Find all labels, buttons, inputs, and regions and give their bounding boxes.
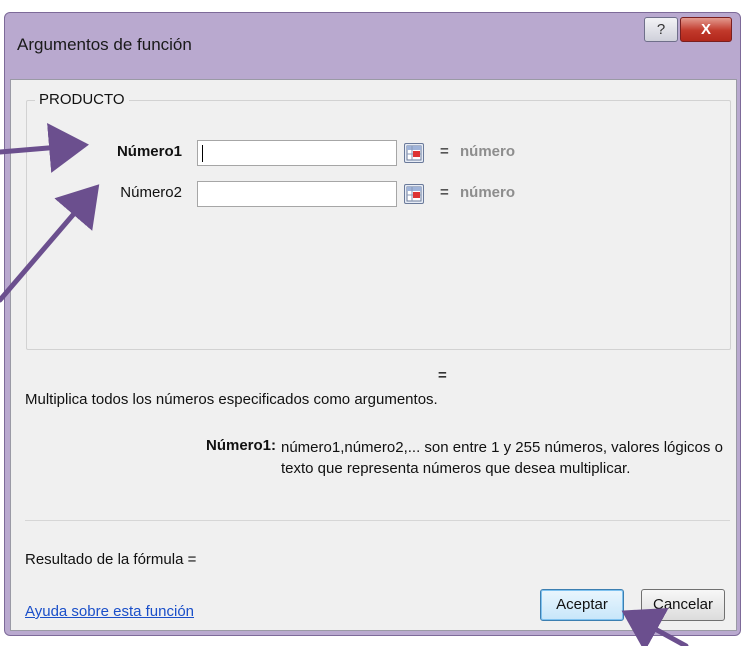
arg-type-hint-2: número: [460, 184, 516, 201]
formula-result: Resultado de la fórmula =: [25, 551, 197, 568]
dialog-window: Argumentos de función ? X PRODUCTO Númer…: [4, 12, 741, 636]
dialog-title: Argumentos de función: [17, 35, 192, 54]
function-result-equals: =: [438, 367, 447, 384]
close-icon[interactable]: X: [680, 17, 732, 42]
help-icon[interactable]: ?: [644, 17, 678, 42]
argument-help-text: número1,número2,... son entre 1 y 255 nú…: [281, 439, 723, 477]
arg-equals-2: =: [440, 184, 449, 201]
numero1-input[interactable]: [197, 140, 397, 166]
help-link[interactable]: Ayuda sobre esta función: [25, 603, 194, 620]
arg-type-hint-1: número: [460, 143, 516, 160]
range-selector-icon[interactable]: [404, 184, 424, 204]
accept-button[interactable]: Aceptar: [540, 589, 624, 621]
function-group-box: PRODUCTO Número1 = número Número2 = núme…: [26, 91, 731, 350]
numero2-input[interactable]: [197, 181, 397, 207]
range-selector-icon[interactable]: [404, 143, 424, 163]
cancel-button[interactable]: Cancelar: [641, 589, 725, 621]
function-description: Multiplica todos los números especificad…: [25, 391, 438, 408]
separator: [25, 520, 730, 521]
arg-equals-1: =: [440, 143, 449, 160]
function-name: PRODUCTO: [35, 91, 129, 108]
argument-help-label: Número1:: [206, 437, 277, 454]
arg-label-numero2: Número2: [120, 184, 182, 201]
arg-label-numero1: Número1: [116, 143, 182, 160]
dialog-body: PRODUCTO Número1 = número Número2 = núme…: [10, 79, 737, 631]
title-bar: Argumentos de función ? X: [5, 13, 740, 79]
text-caret: [202, 145, 203, 162]
